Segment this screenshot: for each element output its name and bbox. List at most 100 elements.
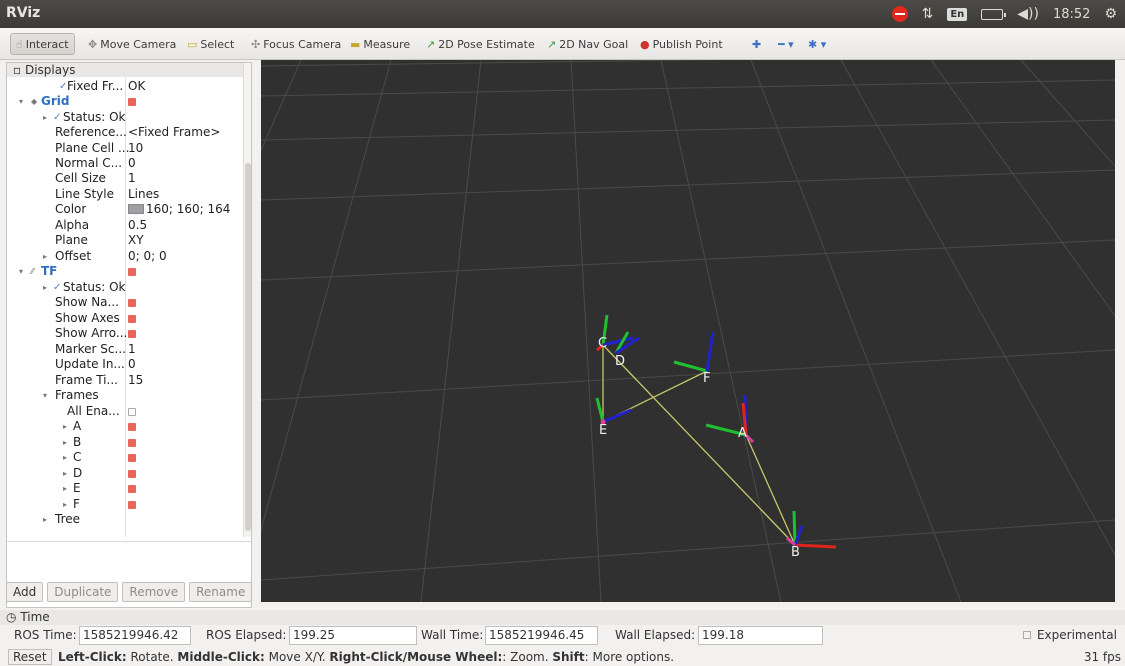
- displays-tree: ✓ Fixed Fr... OK ▾ ◆ Grid ▸ ✓ Status: Ok…: [7, 77, 243, 537]
- interact-tool-button[interactable]: ☝ Interact: [10, 33, 75, 55]
- frame-label-f: F: [703, 371, 711, 386]
- tree-row-frame-c[interactable]: ▸ C: [7, 450, 243, 465]
- rename-display-button[interactable]: Rename: [189, 582, 253, 602]
- tf-enabled-checkbox[interactable]: [128, 264, 136, 279]
- tree-row-line-style[interactable]: Line Style Lines: [7, 187, 243, 202]
- pose-estimate-tool-button[interactable]: ↗ 2D Pose Estimate: [426, 35, 535, 53]
- tree-row-plane-cell-count[interactable]: Plane Cell ... 10: [7, 141, 243, 156]
- select-tool-button[interactable]: ▭ Select: [187, 35, 234, 53]
- clock[interactable]: 18:52: [1053, 7, 1090, 22]
- row-value: 0: [128, 357, 136, 371]
- row-value: 1: [128, 342, 136, 356]
- nav-goal-tool-button[interactable]: ↗ 2D Nav Goal: [547, 35, 628, 53]
- battery-icon[interactable]: [981, 8, 1007, 20]
- network-icon[interactable]: ⇅: [922, 6, 934, 22]
- expand-arrow-icon[interactable]: ▸: [63, 497, 67, 512]
- measure-tool-button[interactable]: ▬ Measure: [350, 35, 410, 53]
- experimental-checkbox[interactable]: Experimental: [1022, 628, 1117, 642]
- expand-arrow-icon[interactable]: ▸: [43, 512, 47, 527]
- add-display-button[interactable]: Add: [6, 582, 44, 602]
- tree-row-show-arrows[interactable]: Show Arro...: [7, 326, 243, 341]
- focus-camera-tool-button[interactable]: ✣ Focus Camera: [251, 35, 341, 53]
- frame-b-checkbox[interactable]: [128, 435, 136, 450]
- show-names-checkbox[interactable]: [128, 295, 136, 310]
- expand-arrow-icon[interactable]: ▸: [43, 249, 47, 264]
- scrollbar-thumb[interactable]: [245, 163, 251, 531]
- publish-point-tool-button[interactable]: ● Publish Point: [640, 35, 723, 53]
- tree-row-frames[interactable]: ▾ Frames: [7, 388, 243, 403]
- frame-a-checkbox[interactable]: [128, 419, 136, 434]
- wall-elapsed-field[interactable]: 199.18: [698, 626, 823, 645]
- tree-row-grid[interactable]: ▾ ◆ Grid: [7, 94, 243, 109]
- all-enabled-checkbox[interactable]: [128, 404, 136, 419]
- row-value: Lines: [128, 187, 160, 201]
- expand-arrow-icon[interactable]: ▸: [63, 481, 67, 496]
- row-key: Status: Ok: [63, 280, 126, 294]
- expand-arrow-icon[interactable]: ▾: [19, 94, 23, 109]
- tree-row-frame-timeout[interactable]: Frame Ti... 15: [7, 373, 243, 388]
- remove-display-button[interactable]: Remove: [122, 582, 186, 602]
- tree-row-cell-size[interactable]: Cell Size 1: [7, 171, 243, 186]
- tree-row-frame-a[interactable]: ▸ A: [7, 419, 243, 434]
- tree-row-marker-scale[interactable]: Marker Sc... 1: [7, 342, 243, 357]
- tree-row-frame-f[interactable]: ▸ F: [7, 497, 243, 512]
- tree-row-fixed-frame[interactable]: ✓ Fixed Fr... OK: [7, 79, 243, 94]
- tree-row-tree[interactable]: ▸ Tree: [7, 512, 243, 527]
- row-key: Plane: [55, 233, 88, 247]
- tree-row-normal-cell-count[interactable]: Normal C... 0: [7, 156, 243, 171]
- tree-row-all-enabled[interactable]: All Ena...: [7, 404, 243, 419]
- wall-time-field[interactable]: 1585219946.45: [485, 626, 598, 645]
- no-entry-icon[interactable]: [891, 6, 908, 22]
- row-key: E: [73, 481, 81, 495]
- tree-row-alpha[interactable]: Alpha 0.5: [7, 218, 243, 233]
- settings-gear-icon[interactable]: ⚙: [1104, 6, 1117, 22]
- expand-arrow-icon[interactable]: ▸: [43, 110, 47, 125]
- tree-row-show-axes[interactable]: Show Axes: [7, 311, 243, 326]
- displays-scrollbar[interactable]: [243, 63, 251, 537]
- tree-row-plane[interactable]: Plane XY: [7, 233, 243, 248]
- tree-row-tf-status[interactable]: ▸ ✓ Status: Ok: [7, 280, 243, 295]
- ros-time-field[interactable]: 1585219946.42: [79, 626, 191, 645]
- ros-elapsed-field[interactable]: 199.25: [289, 626, 417, 645]
- tree-row-color[interactable]: Color 160; 160; 164: [7, 202, 243, 217]
- duplicate-display-button[interactable]: Duplicate: [47, 582, 119, 602]
- expand-arrow-icon[interactable]: ▸: [63, 450, 67, 465]
- frame-e-checkbox[interactable]: [128, 481, 136, 496]
- expand-arrow-icon[interactable]: ▾: [43, 388, 47, 403]
- tree-row-grid-status[interactable]: ▸ ✓ Status: Ok: [7, 110, 243, 125]
- reset-button[interactable]: Reset: [8, 649, 52, 665]
- hand-icon: ☝: [16, 37, 23, 51]
- frame-f-checkbox[interactable]: [128, 497, 136, 512]
- move-camera-tool-button[interactable]: ✥ Move Camera: [88, 35, 176, 53]
- tree-row-frame-e[interactable]: ▸ E: [7, 481, 243, 496]
- tree-row-reference-frame[interactable]: Reference... <Fixed Frame>: [7, 125, 243, 140]
- expand-arrow-icon[interactable]: ▸: [63, 435, 67, 450]
- expand-arrow-icon[interactable]: ▸: [63, 419, 67, 434]
- tree-row-offset[interactable]: ▸ Offset 0; 0; 0: [7, 249, 243, 264]
- expand-arrow-icon[interactable]: ▸: [63, 466, 67, 481]
- tree-row-show-names[interactable]: Show Na...: [7, 295, 243, 310]
- keyboard-layout-indicator[interactable]: En: [947, 7, 968, 21]
- system-tray: ⇅ En ◀)) 18:52 ⚙: [891, 4, 1117, 24]
- tree-row-frame-b[interactable]: ▸ B: [7, 435, 243, 450]
- show-arrows-checkbox[interactable]: [128, 326, 136, 341]
- checkbox-box[interactable]: [1022, 631, 1031, 639]
- tree-row-frame-d[interactable]: ▸ D: [7, 466, 243, 481]
- add-tool-button[interactable]: ✚: [752, 35, 761, 53]
- tool-properties-button[interactable]: ✱ ▾: [808, 35, 826, 53]
- tree-row-tf[interactable]: ▾ ⁄⁄ TF: [7, 264, 243, 279]
- time-panel-header: ◷ Time: [0, 610, 1125, 625]
- frame-c-checkbox[interactable]: [128, 450, 136, 465]
- color-swatch[interactable]: [128, 204, 144, 214]
- frame-label-b: B: [791, 545, 800, 560]
- tree-row-update-interval[interactable]: Update In... 0: [7, 357, 243, 372]
- show-axes-checkbox[interactable]: [128, 311, 136, 326]
- grid-enabled-checkbox[interactable]: [128, 94, 136, 109]
- frame-d-checkbox[interactable]: [128, 466, 136, 481]
- render-3d-view[interactable]: C D F E A B: [261, 60, 1115, 602]
- expand-arrow-icon[interactable]: ▾: [19, 264, 23, 279]
- expand-arrow-icon[interactable]: ▸: [43, 280, 47, 295]
- remove-tool-button[interactable]: ━ ▾: [778, 35, 794, 53]
- volume-icon[interactable]: ◀)): [1017, 6, 1039, 22]
- row-key: C: [73, 450, 82, 464]
